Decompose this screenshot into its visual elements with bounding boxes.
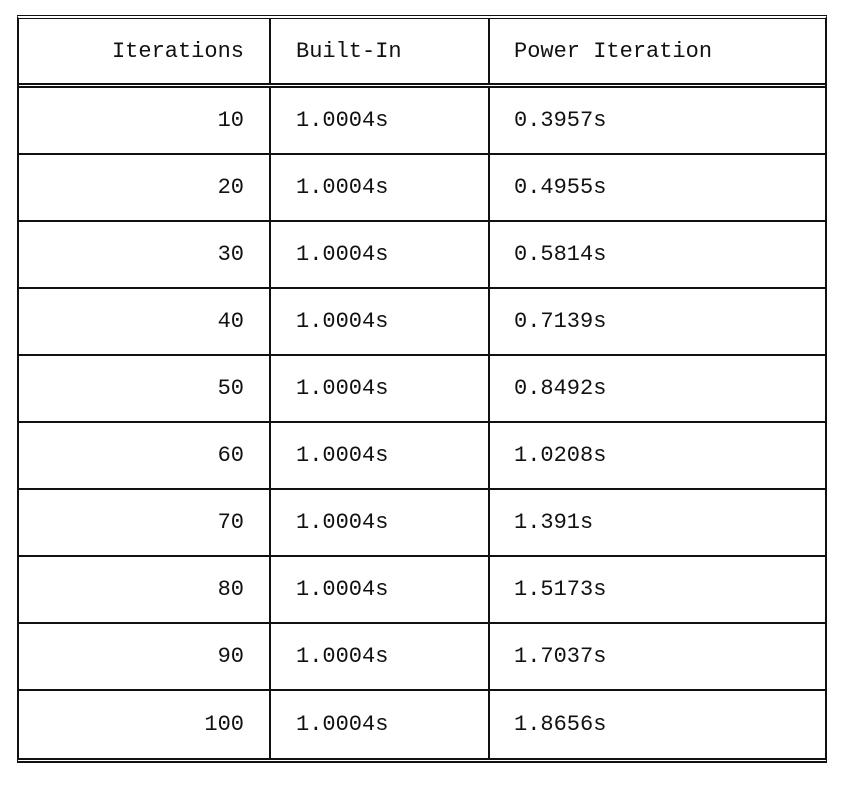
timing-table: Iterations Built-In Power Iteration 10 1.… [17,15,827,763]
cell-power-iteration: 1.7037s [514,644,607,669]
cell-built-in: 1.0004s [271,356,490,421]
cell-power-iteration: 0.5814s [514,242,607,267]
table-row: 20 1.0004s 0.4955s [19,155,825,222]
table-row: 50 1.0004s 0.8492s [19,356,825,423]
table-row: 80 1.0004s 1.5173s [19,557,825,624]
cell-built-in: 1.0004s [271,289,490,354]
cell-power-iteration: 0.4955s [514,175,607,200]
cell-built-in: 1.0004s [271,691,490,758]
header-iterations: Iterations [19,19,271,83]
cell-iterations: 90 [19,624,271,689]
cell-iterations: 10 [19,88,271,153]
cell-power-iteration: 1.0208s [514,443,607,468]
header-built-in: Built-In [271,19,490,83]
table-row: 10 1.0004s 0.3957s [19,88,825,155]
table-header-row: Iterations Built-In Power Iteration [19,19,825,88]
table-row: 90 1.0004s 1.7037s [19,624,825,691]
cell-built-in: 1.0004s [271,222,490,287]
cell-built-in: 1.0004s [271,624,490,689]
table-row: 70 1.0004s 1.391s [19,490,825,557]
header-power-iteration: Power Iteration [514,38,713,64]
cell-power-iteration: 1.8656s [514,712,607,737]
cell-power-iteration: 1.5173s [514,577,607,602]
cell-built-in: 1.0004s [271,423,490,488]
cell-iterations: 30 [19,222,271,287]
cell-built-in: 1.0004s [271,490,490,555]
table-row: 60 1.0004s 1.0208s [19,423,825,490]
cell-iterations: 40 [19,289,271,354]
cell-power-iteration: 0.7139s [514,309,607,334]
cell-iterations: 50 [19,356,271,421]
cell-iterations: 70 [19,490,271,555]
cell-iterations: 100 [19,691,271,758]
cell-power-iteration: 0.8492s [514,376,607,401]
cell-iterations: 20 [19,155,271,220]
cell-iterations: 80 [19,557,271,622]
table-row: 100 1.0004s 1.8656s [19,691,825,758]
cell-built-in: 1.0004s [271,557,490,622]
cell-power-iteration: 1.391s [514,510,594,535]
table-row: 30 1.0004s 0.5814s [19,222,825,289]
table-row: 40 1.0004s 0.7139s [19,289,825,356]
cell-built-in: 1.0004s [271,88,490,153]
cell-power-iteration: 0.3957s [514,108,607,133]
cell-iterations: 60 [19,423,271,488]
cell-built-in: 1.0004s [271,155,490,220]
